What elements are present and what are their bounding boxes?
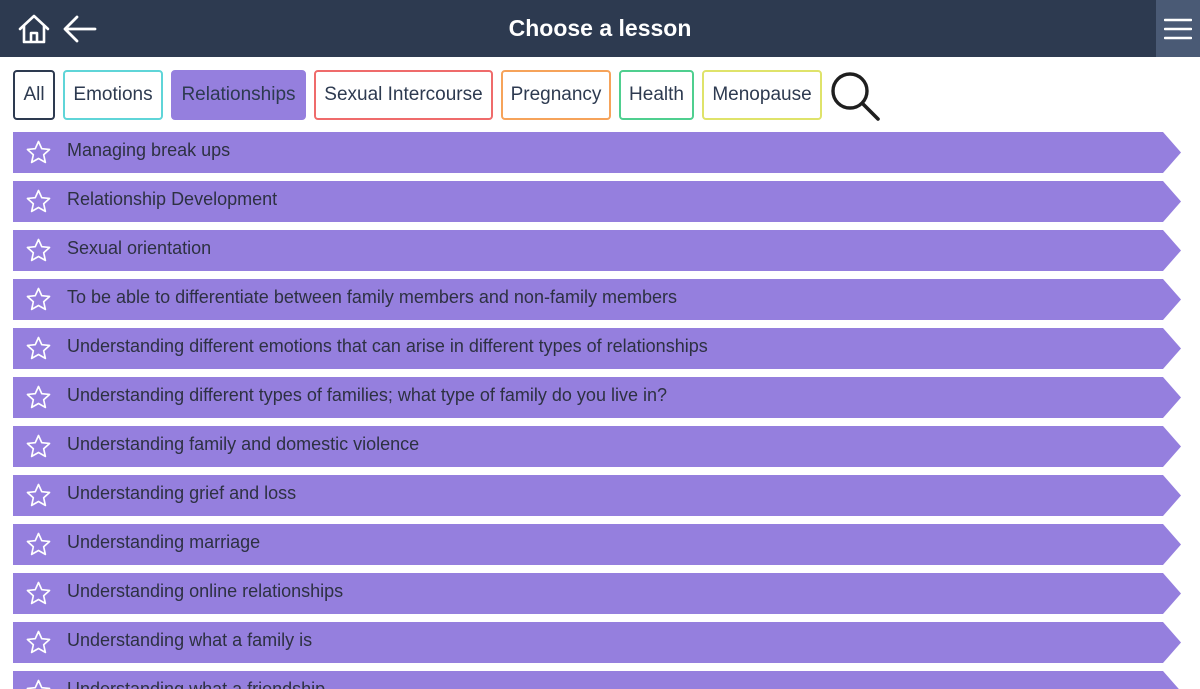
star-outline-icon[interactable]: [25, 335, 52, 362]
lesson-title: Understanding grief and loss: [67, 483, 297, 503]
lesson-row[interactable]: Understanding what a friendship: [13, 671, 1181, 689]
star-outline-icon[interactable]: [25, 482, 52, 509]
lesson-row[interactable]: Relationship Development: [13, 181, 1181, 222]
lesson-list: Managing break ups Relationship Developm…: [0, 132, 1200, 689]
lesson-title: Understanding what a family is: [67, 630, 313, 650]
lesson-title: Managing break ups: [67, 140, 231, 160]
filter-chip-emotions[interactable]: Emotions: [63, 70, 163, 120]
lesson-title: Understanding what a friendship: [67, 679, 326, 689]
star-outline-icon[interactable]: [25, 629, 52, 656]
lesson-row[interactable]: Understanding marriage: [13, 524, 1181, 565]
lesson-title: Understanding online relationships: [67, 581, 344, 601]
lesson-row[interactable]: Sexual orientation: [13, 230, 1181, 271]
lesson-title: Sexual orientation: [67, 238, 212, 258]
hamburger-menu-icon: [1164, 18, 1192, 39]
app-header: Choose a lesson: [0, 0, 1200, 57]
lesson-title: Understanding different emotions that ca…: [67, 336, 708, 356]
filter-chip-relationships[interactable]: Relationships: [171, 70, 306, 120]
category-filter-bar: All Emotions Relationships Sexual Interc…: [0, 57, 1200, 132]
star-outline-icon[interactable]: [25, 531, 52, 558]
star-outline-icon[interactable]: [25, 286, 52, 313]
star-outline-icon[interactable]: [25, 188, 52, 215]
star-outline-icon[interactable]: [25, 678, 52, 689]
lesson-row[interactable]: Understanding different types of familie…: [13, 377, 1181, 418]
filter-chip-sexual-intercourse[interactable]: Sexual Intercourse: [314, 70, 493, 120]
star-outline-icon[interactable]: [25, 580, 52, 607]
star-outline-icon[interactable]: [25, 139, 52, 166]
lesson-row[interactable]: Understanding grief and loss: [13, 475, 1181, 516]
star-outline-icon[interactable]: [25, 433, 52, 460]
filter-chip-pregnancy[interactable]: Pregnancy: [501, 70, 611, 120]
lesson-row[interactable]: Managing break ups: [13, 132, 1181, 173]
lesson-row[interactable]: Understanding what a family is: [13, 622, 1181, 663]
lesson-row[interactable]: Understanding online relationships: [13, 573, 1181, 614]
lesson-row[interactable]: Understanding family and domestic violen…: [13, 426, 1181, 467]
star-outline-icon[interactable]: [25, 384, 52, 411]
search-button[interactable]: [826, 67, 884, 125]
filter-chip-all[interactable]: All: [13, 70, 55, 120]
filter-chip-menopause[interactable]: Menopause: [702, 70, 822, 120]
filter-chip-health[interactable]: Health: [619, 70, 694, 120]
lesson-title: Understanding different types of familie…: [67, 385, 667, 405]
lesson-title: Understanding marriage: [67, 532, 261, 552]
menu-button[interactable]: [1156, 0, 1200, 57]
lesson-row[interactable]: Understanding different emotions that ca…: [13, 328, 1181, 369]
lesson-title: Understanding family and domestic violen…: [67, 434, 420, 454]
lesson-title: Relationship Development: [67, 189, 278, 209]
lesson-row[interactable]: To be able to differentiate between fami…: [13, 279, 1181, 320]
page-title: Choose a lesson: [508, 15, 692, 41]
star-outline-icon[interactable]: [25, 237, 52, 264]
lesson-title: To be able to differentiate between fami…: [67, 287, 677, 307]
search-icon: [831, 72, 880, 121]
